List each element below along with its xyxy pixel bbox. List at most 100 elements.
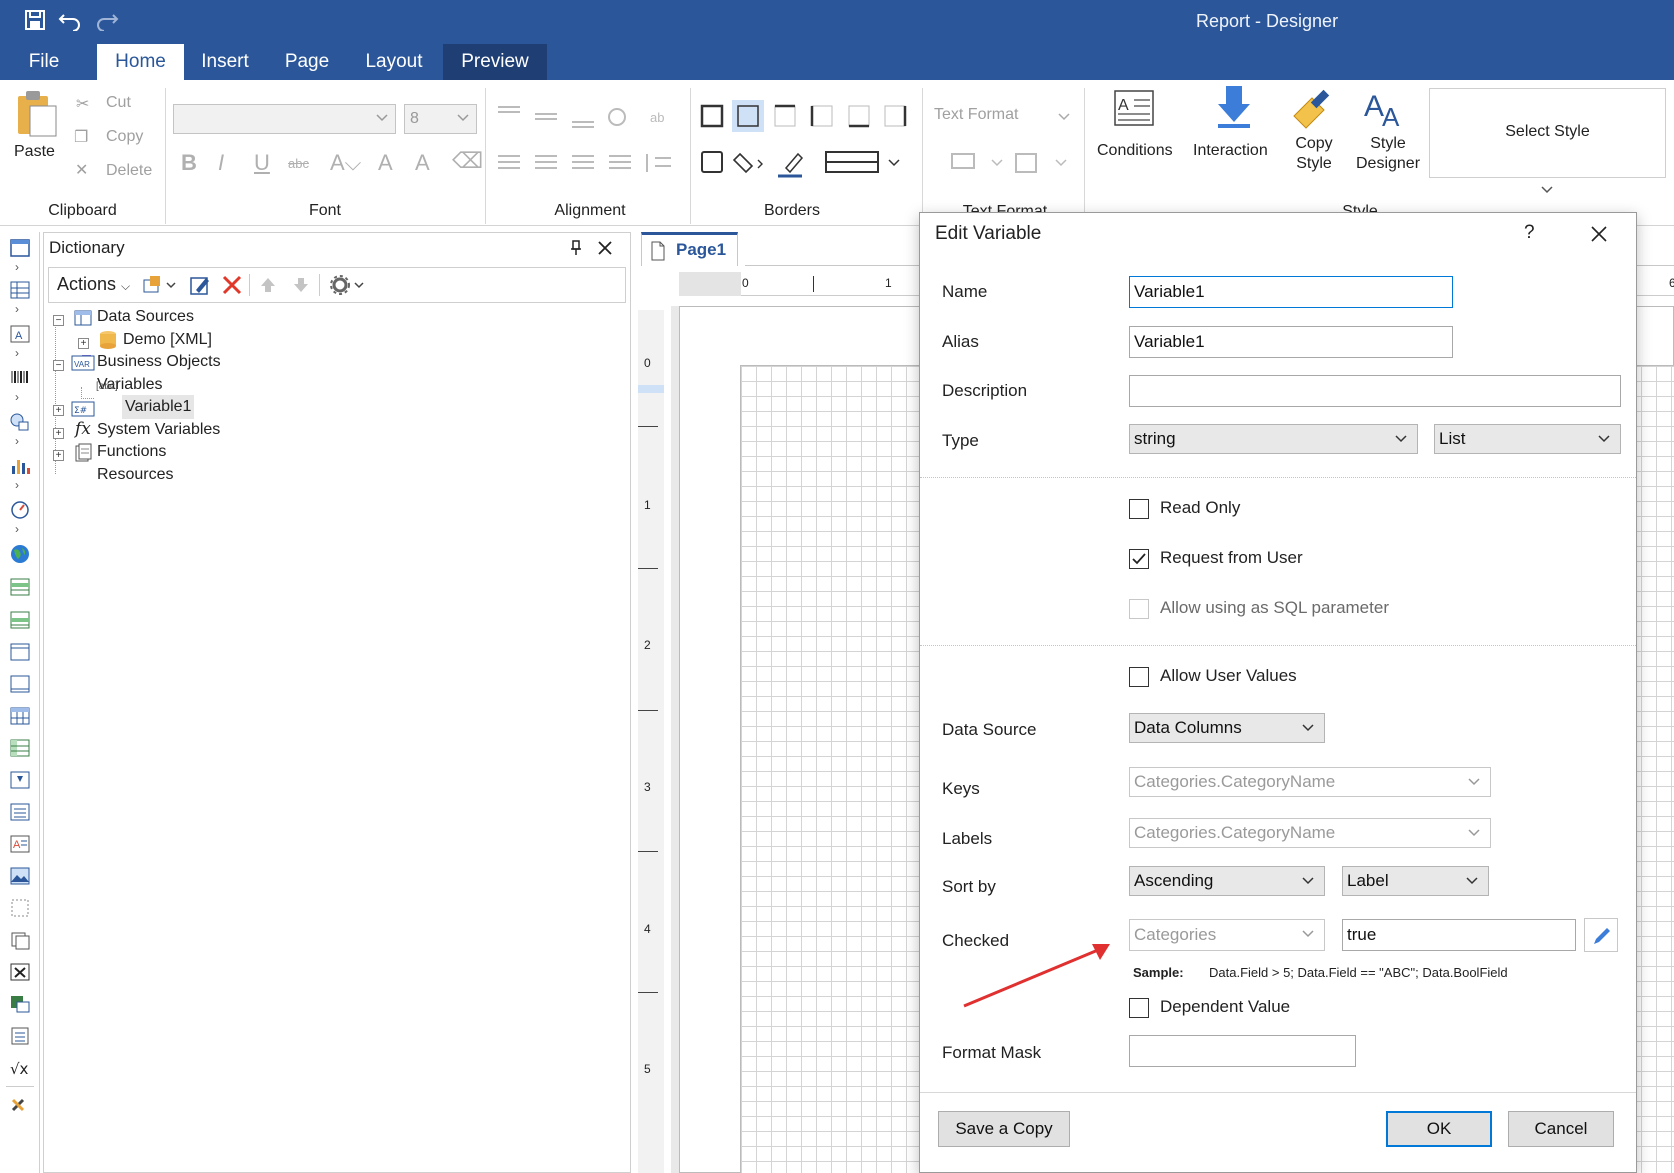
tree-item-variable1[interactable]: Variable1 [122, 395, 195, 419]
close-icon[interactable] [596, 239, 614, 257]
horizontal-align-icons[interactable] [495, 150, 675, 180]
image-icon[interactable] [9, 866, 31, 886]
grow-font-icon[interactable]: A [378, 150, 393, 176]
tab-home[interactable]: Home [97, 44, 184, 80]
checked-expression-input[interactable]: true [1342, 919, 1576, 951]
labels-select[interactable]: Categories.CategoryName [1129, 818, 1491, 848]
dependent-value-checkbox[interactable] [1129, 998, 1149, 1018]
table-icon[interactable] [9, 706, 31, 726]
checked-source-select[interactable]: Categories [1129, 919, 1325, 951]
panel-icon[interactable] [9, 642, 31, 662]
actions-menu[interactable]: Actions ⌵ [57, 274, 130, 295]
edit-expression-button[interactable] [1584, 918, 1618, 952]
data-band-icon[interactable] [9, 802, 31, 822]
clone-icon[interactable] [9, 930, 31, 950]
barcode-icon[interactable] [9, 368, 31, 388]
chevron-right-icon[interactable]: › [15, 478, 19, 492]
redo-icon[interactable] [92, 5, 122, 35]
text-format-combo[interactable]: Text Format [934, 106, 1018, 124]
underline-icon[interactable]: U [254, 150, 270, 176]
chevron-right-icon[interactable]: › [15, 302, 19, 316]
sub-report-icon[interactable] [9, 770, 31, 790]
collapse-icon[interactable]: − [53, 315, 64, 326]
text-component-icon[interactable]: A [9, 324, 31, 344]
style-designer-button[interactable]: Style Designer [1348, 134, 1428, 174]
chevron-right-icon[interactable]: › [15, 522, 19, 536]
conditions-button[interactable]: Conditions [1097, 142, 1173, 160]
request-from-user-checkbox[interactable] [1129, 549, 1149, 569]
header-band-icon[interactable] [9, 610, 31, 630]
strikethrough-icon[interactable]: abc [288, 156, 309, 171]
edit-icon[interactable] [189, 274, 211, 296]
paste-icon[interactable] [12, 88, 60, 138]
container-icon[interactable] [9, 674, 31, 694]
cross-tab-icon[interactable] [9, 738, 31, 758]
description-input[interactable] [1129, 375, 1621, 407]
gauge-icon[interactable] [9, 500, 31, 520]
type-kind-select[interactable]: List [1434, 424, 1621, 454]
delete-item-icon[interactable] [221, 273, 243, 297]
ok-button[interactable]: OK [1386, 1111, 1492, 1147]
map-icon[interactable] [9, 544, 31, 564]
chevron-right-icon[interactable]: › [15, 346, 19, 360]
chevron-right-icon[interactable]: › [15, 260, 19, 274]
tree-item-resources[interactable]: Resources [97, 463, 173, 487]
expand-icon[interactable]: + [53, 450, 64, 461]
expand-icon[interactable]: + [78, 338, 89, 349]
text-format-option-icons[interactable] [950, 148, 1070, 178]
italic-icon[interactable]: I [218, 150, 224, 176]
zip-code-icon[interactable] [9, 994, 31, 1014]
delete-button[interactable]: Delete [106, 162, 152, 180]
border-style-icons[interactable] [698, 146, 913, 180]
tab-page1[interactable]: Page1 [641, 232, 738, 266]
cut-button[interactable]: Cut [106, 94, 131, 112]
allow-sql-parameter-checkbox[interactable] [1129, 599, 1149, 619]
help-button[interactable]: ? [1524, 222, 1535, 244]
tools-icon[interactable] [9, 1094, 31, 1114]
rich-text-icon[interactable]: A [9, 834, 31, 854]
alias-input[interactable]: Variable1 [1129, 326, 1453, 358]
conditions-icon[interactable]: A [1112, 88, 1160, 130]
font-color-icon[interactable]: A⌵ [330, 150, 361, 176]
table-of-contents-icon[interactable] [9, 1026, 31, 1046]
keys-select[interactable]: Categories.CategoryName [1129, 767, 1491, 797]
rectangle-icon[interactable] [9, 898, 31, 918]
chart-icon[interactable] [9, 456, 31, 476]
read-only-checkbox[interactable] [1129, 499, 1149, 519]
tab-file[interactable]: File [14, 44, 74, 80]
cancel-button[interactable]: Cancel [1508, 1111, 1614, 1147]
tab-layout[interactable]: Layout [352, 44, 436, 80]
tree-item-data-sources[interactable]: Data Sources [97, 305, 194, 329]
cut-icon[interactable]: ✂ [76, 94, 89, 114]
font-size-combo[interactable]: 8 [404, 104, 477, 134]
report-title-band-icon[interactable] [9, 577, 31, 597]
copy-style-icon[interactable] [1290, 88, 1336, 132]
collapse-icon[interactable]: − [53, 360, 64, 371]
save-icon[interactable] [20, 5, 50, 35]
shapes-icon[interactable] [9, 412, 31, 432]
delete-icon[interactable]: ✕ [75, 160, 88, 180]
save-a-copy-button[interactable]: Save a Copy [938, 1111, 1070, 1147]
clear-format-icon[interactable]: ⌫ [452, 148, 483, 174]
tab-page[interactable]: Page [272, 44, 342, 80]
checkbox-component-icon[interactable] [9, 962, 31, 982]
chevron-down-icon[interactable] [1541, 186, 1553, 194]
chevron-right-icon[interactable]: › [15, 390, 19, 404]
settings-icon[interactable] [329, 274, 369, 296]
paste-button[interactable]: Paste [14, 143, 55, 161]
style-designer-icon[interactable]: AA [1364, 86, 1410, 132]
sort-direction-select[interactable]: Ascending [1129, 866, 1325, 896]
move-down-icon[interactable] [292, 276, 310, 294]
copy-style-button[interactable]: Copy Style [1294, 134, 1334, 174]
data-source-select[interactable]: Data Columns [1129, 713, 1325, 743]
band-icon[interactable] [9, 280, 31, 300]
copy-button[interactable]: Copy [106, 128, 143, 146]
format-mask-input[interactable] [1129, 1035, 1356, 1067]
font-name-combo[interactable] [173, 104, 396, 134]
pin-icon[interactable] [569, 239, 583, 257]
page-icon[interactable] [9, 238, 31, 258]
bold-icon[interactable]: B [181, 150, 197, 176]
sort-field-select[interactable]: Label [1342, 866, 1489, 896]
allow-user-values-checkbox[interactable] [1129, 667, 1149, 687]
chevron-right-icon[interactable]: › [15, 434, 19, 448]
